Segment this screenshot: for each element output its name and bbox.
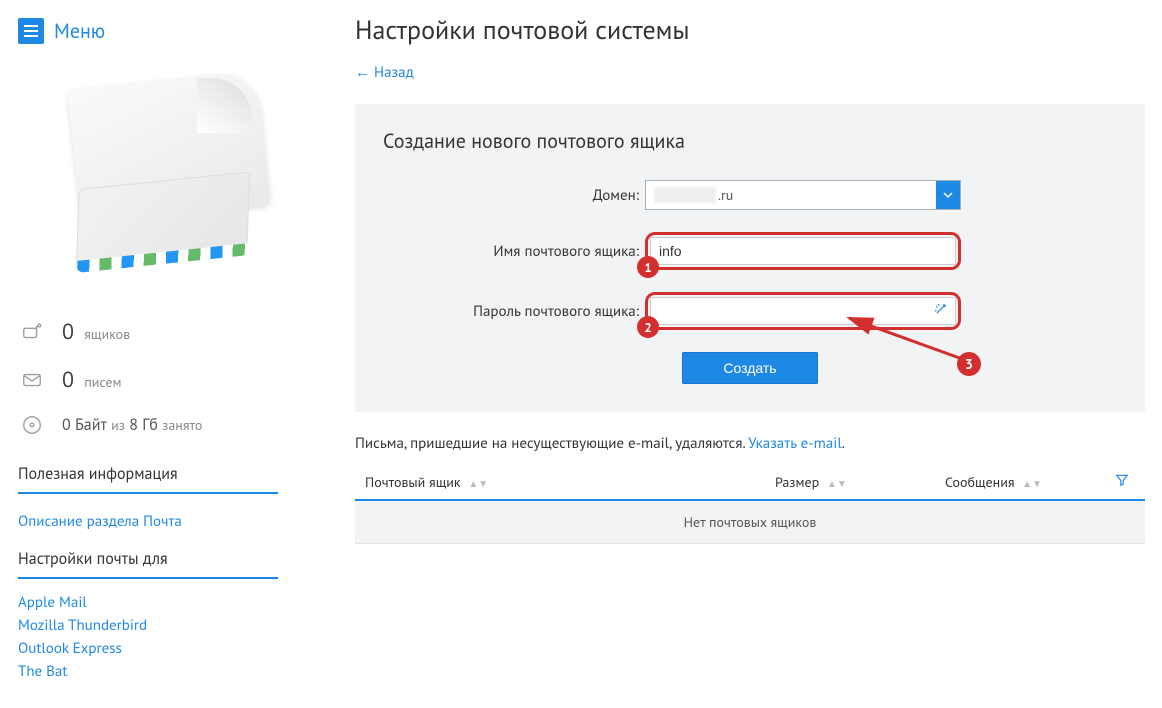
- letters-count: 0: [62, 366, 74, 394]
- info-heading: Полезная информация: [18, 454, 278, 494]
- link-mail-description[interactable]: Описание раздела Почта: [18, 494, 308, 531]
- sort-icon: ▲▼: [468, 477, 488, 490]
- chevron-down-icon: [936, 181, 960, 209]
- clients-heading: Настройки почты для: [18, 539, 278, 579]
- page-title: Настройки почтовой системы: [355, 14, 1145, 47]
- stat-storage: 0 Байт из 8 Гб занято: [18, 404, 308, 446]
- menu-label: Меню: [54, 18, 105, 44]
- annotation-badge-3: 3: [957, 352, 981, 376]
- domain-label: Домен:: [383, 186, 645, 205]
- annotation-badge-2: 2: [637, 316, 659, 338]
- back-link[interactable]: ← Назад: [355, 63, 414, 82]
- sort-icon: ▲▼: [1022, 477, 1042, 490]
- storage-total: 8 Гб: [129, 415, 158, 435]
- stat-mailboxes: 0 ящиков: [18, 308, 308, 356]
- mail-illustration: [48, 80, 278, 290]
- menu-button[interactable]: Меню: [18, 18, 308, 44]
- mailboxes-count: 0: [62, 318, 74, 346]
- letters-unit: писем: [84, 373, 121, 391]
- storage-used: 0 Байт: [62, 415, 107, 435]
- note-prefix: Письма, пришедшие на несуществующие e-ma…: [355, 434, 748, 453]
- link-client-thunderbird[interactable]: Mozilla Thunderbird: [18, 612, 308, 635]
- envelope-icon: [18, 369, 46, 391]
- catch-all-note: Письма, пришедшие на несуществующие e-ma…: [355, 434, 1145, 453]
- sort-icon: ▲▼: [827, 477, 847, 490]
- col-messages-label: Сообщения: [945, 473, 1015, 491]
- annotation-outline-2: 2: [645, 292, 961, 330]
- generate-password-icon[interactable]: [934, 302, 948, 320]
- note-suffix: .: [842, 434, 845, 453]
- annotation-badge-1: 1: [637, 256, 659, 278]
- storage-of: из: [111, 416, 125, 434]
- annotation-outline-1: 1: [645, 232, 961, 270]
- col-mailbox[interactable]: Почтовый ящик ▲▼: [355, 465, 765, 500]
- col-size-label: Размер: [775, 473, 819, 491]
- link-client-outlook-express[interactable]: Outlook Express: [18, 635, 308, 658]
- filter-button[interactable]: [1105, 465, 1145, 500]
- mailbox-password-label: Пароль почтового ящика:: [383, 302, 645, 321]
- mailboxes-table: Почтовый ящик ▲▼ Размер ▲▼ Сообщения ▲▼: [355, 465, 1145, 544]
- funnel-icon: [1115, 473, 1129, 491]
- empty-message: Нет почтовых ящиков: [355, 500, 1145, 544]
- link-client-the-bat[interactable]: The Bat: [18, 658, 308, 681]
- table-empty-row: Нет почтовых ящиков: [355, 500, 1145, 544]
- mailbox-icon: [18, 321, 46, 343]
- mailboxes-unit: ящиков: [84, 325, 130, 343]
- col-mailbox-label: Почтовый ящик: [365, 473, 461, 491]
- domain-suffix: .ru: [718, 186, 733, 204]
- specify-email-link[interactable]: Указать e-mail: [748, 434, 842, 453]
- storage-suffix: занято: [162, 416, 202, 434]
- create-mailbox-panel: Создание нового почтового ящика Домен: .…: [355, 104, 1145, 412]
- domain-select[interactable]: .ru: [645, 180, 961, 210]
- link-client-apple-mail[interactable]: Apple Mail: [18, 579, 308, 612]
- domain-blurred-part: [654, 187, 716, 203]
- create-button[interactable]: Создать: [682, 352, 817, 384]
- mailbox-name-input[interactable]: [650, 237, 956, 265]
- panel-title: Создание нового почтового ящика: [383, 128, 1117, 154]
- hamburger-icon: [18, 18, 44, 44]
- disk-icon: [18, 414, 46, 436]
- mailbox-password-input[interactable]: [650, 297, 956, 325]
- col-size[interactable]: Размер ▲▼: [765, 465, 935, 500]
- stat-letters: 0 писем: [18, 356, 308, 404]
- col-messages[interactable]: Сообщения ▲▼: [935, 465, 1105, 500]
- mailbox-name-label: Имя почтового ящика:: [383, 242, 645, 261]
